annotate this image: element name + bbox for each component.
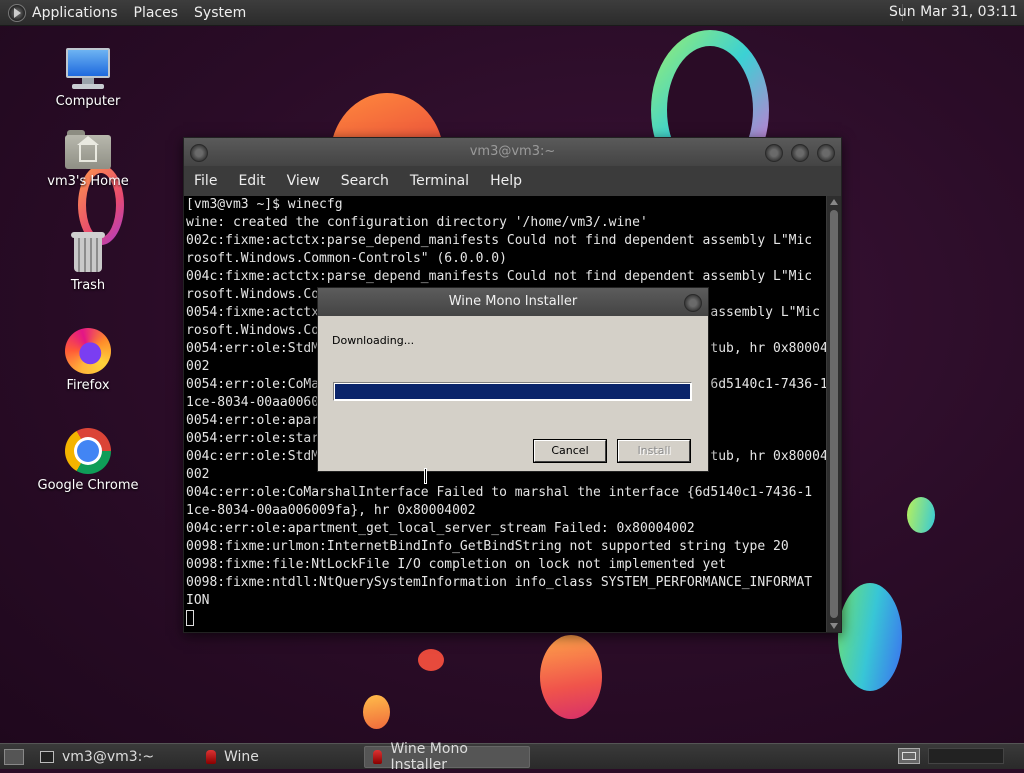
terminal-titlebar[interactable]: vm3@vm3:~ <box>184 138 841 166</box>
download-progress-bar <box>333 382 692 401</box>
menu-places[interactable]: Places <box>134 5 179 21</box>
menu-edit[interactable]: Edit <box>238 173 265 189</box>
chrome-icon <box>65 428 111 474</box>
terminal-icon <box>40 750 54 763</box>
terminal-line: rosoft.Windows.Common-Controls" (6.0.0.0… <box>186 251 507 266</box>
home-folder-icon <box>65 130 111 170</box>
desktop-icon-label: Computer <box>55 94 121 109</box>
scroll-up-icon[interactable] <box>830 199 838 205</box>
terminal-menubar: File Edit View Search Terminal Help <box>184 166 841 196</box>
terminal-line: 002c:fixme:actctx:parse_depend_manifests… <box>186 233 813 248</box>
taskbar-item-label: vm3@vm3:~ <box>62 748 155 765</box>
desktop-icon-trash[interactable]: Trash <box>33 230 143 293</box>
menu-system[interactable]: System <box>194 5 246 21</box>
menu-terminal[interactable]: Terminal <box>410 173 469 189</box>
dialog-title: Wine Mono Installer <box>448 294 578 309</box>
minimize-icon[interactable] <box>765 144 783 162</box>
bottom-panel: vm3@vm3:~ Wine Wine Mono Installer <box>0 741 1024 773</box>
terminal-line: ION <box>186 593 210 608</box>
menu-view[interactable]: View <box>287 173 320 189</box>
dialog-titlebar[interactable]: Wine Mono Installer <box>318 288 708 316</box>
terminal-line: wine: created the configuration director… <box>186 215 648 230</box>
decor-blob <box>838 583 902 691</box>
menu-search[interactable]: Search <box>341 173 389 189</box>
firefox-icon <box>65 328 111 374</box>
top-panel: Applications Places System Sun Mar 31, 0… <box>0 0 1024 26</box>
mono-installer-dialog[interactable]: Wine Mono Installer Downloading... Cance… <box>317 287 709 472</box>
terminal-line: 004c:err:ole:apartment_get_local_server_… <box>186 521 695 536</box>
menu-file[interactable]: File <box>194 173 217 189</box>
clock[interactable]: Sun Mar 31, 03:11 <box>889 4 1018 20</box>
cancel-button[interactable]: Cancel <box>534 440 606 462</box>
workspace-switcher-icon[interactable] <box>898 748 920 764</box>
terminal-scrollbar[interactable] <box>827 196 841 632</box>
progress-fill <box>335 384 690 399</box>
terminal-line: 1ce-8034-00aa006009fa}, hr 0x80004002 <box>186 503 476 518</box>
desktop-icon-firefox[interactable]: Firefox <box>33 328 143 393</box>
decor-blob <box>363 695 390 729</box>
taskbar-item-terminal[interactable]: vm3@vm3:~ <box>32 746 194 768</box>
menu-applications[interactable]: Applications <box>32 5 118 21</box>
terminal-cursor-line <box>184 610 826 628</box>
workspace-pager[interactable] <box>928 748 1004 764</box>
scrollbar-thumb[interactable] <box>830 210 838 618</box>
terminal-line: [vm3@vm3 ~]$ winecfg <box>186 197 343 212</box>
trash-icon <box>69 230 107 274</box>
maximize-icon[interactable] <box>791 144 809 162</box>
wine-icon <box>373 749 383 764</box>
terminal-title: vm3@vm3:~ <box>469 144 556 159</box>
menu-help[interactable]: Help <box>490 173 522 189</box>
desktop-icon-label: Firefox <box>66 378 110 393</box>
close-icon[interactable] <box>817 144 835 162</box>
wine-icon <box>206 749 216 764</box>
desktop-icon-label: vm3's Home <box>47 174 129 189</box>
terminal-line: 004c:err:ole:CoMarshalInterface Failed t… <box>186 485 813 500</box>
computer-icon <box>64 46 112 90</box>
desktop-icon-computer[interactable]: Computer <box>33 46 143 109</box>
decor-blob <box>418 649 444 671</box>
show-desktop-icon[interactable] <box>4 748 24 765</box>
terminal-line: 0098:fixme:file:NtLockFile I/O completio… <box>186 557 727 572</box>
desktop-icon-label: Trash <box>70 278 106 293</box>
desktop-icon-label: Google Chrome <box>37 478 139 493</box>
terminal-line: 0098:fixme:urlmon:InternetBindInfo_GetBi… <box>186 539 789 554</box>
download-status: Downloading... <box>332 334 415 347</box>
distro-logo-icon[interactable] <box>8 3 26 22</box>
desktop-icon-home[interactable]: vm3's Home <box>33 130 143 189</box>
taskbar-item-label: Wine <box>224 748 259 765</box>
terminal-line: 004c:fixme:actctx:parse_depend_manifests… <box>186 269 813 284</box>
decor-blob <box>907 497 935 533</box>
terminal-line: 0098:fixme:ntdll:NtQuerySystemInformatio… <box>186 575 813 590</box>
close-icon[interactable] <box>684 294 702 312</box>
taskbar-item-wine[interactable]: Wine <box>198 746 360 768</box>
mouse-ibeam-cursor-icon <box>423 468 429 484</box>
text-cursor <box>186 610 194 626</box>
scroll-down-icon[interactable] <box>830 623 838 629</box>
decor-blob <box>540 635 602 719</box>
desktop-icon-chrome[interactable]: Google Chrome <box>33 428 143 493</box>
install-button[interactable]: Install <box>618 440 690 462</box>
taskbar-item-mono-installer[interactable]: Wine Mono Installer <box>364 741 530 773</box>
